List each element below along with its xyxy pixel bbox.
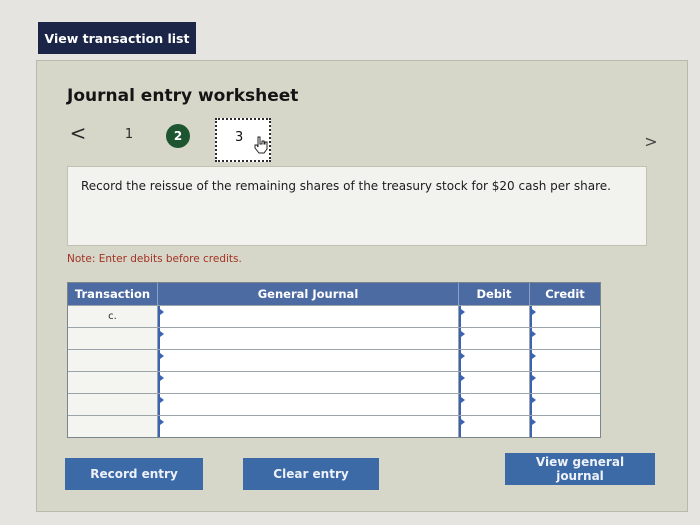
credit-input[interactable]	[530, 350, 600, 371]
debit-input[interactable]	[459, 350, 530, 371]
general-journal-input[interactable]	[158, 350, 459, 371]
table-row	[68, 415, 600, 437]
view-general-journal-button[interactable]: View general journal	[505, 453, 655, 485]
transaction-label	[68, 328, 157, 349]
credit-input[interactable]	[530, 306, 600, 327]
transaction-cell	[68, 372, 158, 393]
credit-input[interactable]	[530, 416, 600, 437]
general-journal-input[interactable]	[158, 394, 459, 415]
transaction-label	[68, 350, 157, 371]
transaction-cell	[68, 350, 158, 371]
journal-entry-table: Transaction General Journal Debit Credit…	[67, 282, 601, 438]
header-credit: Credit	[545, 287, 585, 301]
debit-input[interactable]	[459, 416, 530, 437]
transaction-label	[68, 416, 157, 437]
step-3-tab[interactable]: 3	[215, 118, 271, 162]
transaction-cell	[68, 328, 158, 349]
table-row	[68, 349, 600, 371]
credit-input[interactable]	[530, 328, 600, 349]
instruction-text: Record the reissue of the remaining shar…	[81, 179, 611, 193]
general-journal-input[interactable]	[158, 328, 459, 349]
general-journal-input[interactable]	[158, 416, 459, 437]
header-transaction: Transaction	[68, 283, 158, 305]
debit-input[interactable]	[459, 394, 530, 415]
journal-entry-worksheet-panel: Journal entry worksheet < 1 2 3 > Record…	[36, 60, 688, 512]
debit-input[interactable]	[459, 306, 530, 327]
next-step-button[interactable]: >	[640, 129, 662, 153]
transaction-cell	[68, 394, 158, 415]
debit-input[interactable]	[459, 372, 530, 393]
clear-entry-button[interactable]: Clear entry	[243, 458, 379, 490]
instruction-box: Record the reissue of the remaining shar…	[67, 166, 647, 246]
header-debit: Debit	[459, 283, 530, 305]
table-row: c.	[68, 305, 600, 327]
hand-pointer-icon	[254, 136, 268, 154]
record-entry-button[interactable]: Record entry	[65, 458, 203, 490]
header-general-journal: General Journal	[158, 283, 459, 305]
table-row	[68, 393, 600, 415]
previous-step-button[interactable]: <	[67, 121, 89, 145]
general-journal-input[interactable]	[158, 372, 459, 393]
transaction-label: c.	[108, 311, 117, 322]
transaction-label	[68, 372, 157, 393]
table-header: Transaction General Journal Debit Credit	[68, 283, 600, 305]
view-transaction-list-button[interactable]: View transaction list	[38, 22, 196, 54]
transaction-cell: c.	[68, 306, 158, 327]
debit-input[interactable]	[459, 328, 530, 349]
step-3-label: 3	[235, 130, 244, 145]
transaction-label	[68, 394, 157, 415]
credit-input[interactable]	[530, 372, 600, 393]
step-1-tab[interactable]: 1	[119, 123, 139, 145]
table-row	[68, 327, 600, 349]
debits-credits-note: Note: Enter debits before credits.	[67, 253, 242, 265]
general-journal-input[interactable]	[158, 306, 459, 327]
table-row	[68, 371, 600, 393]
worksheet-title: Journal entry worksheet	[67, 86, 299, 106]
credit-input[interactable]	[530, 394, 600, 415]
step-2-tab-active[interactable]: 2	[166, 124, 190, 148]
transaction-cell	[68, 416, 158, 437]
